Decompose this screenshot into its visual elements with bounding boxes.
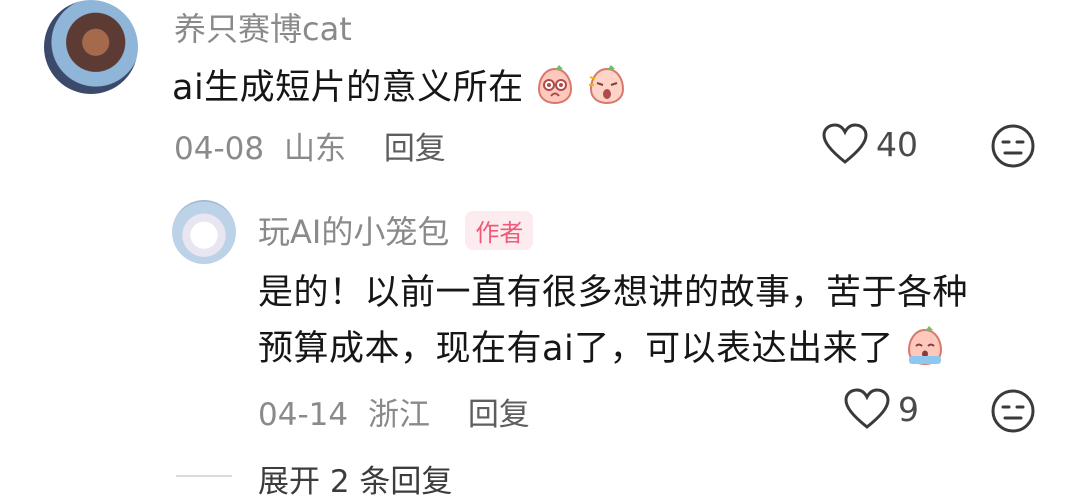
crying-peach-emoji [908,326,943,366]
like-button[interactable]: 40 [820,122,918,166]
reply-text-line2-wrap: 预算成本，现在有ai了，可以表达出来了 [258,321,1058,377]
surprised-peach-emoji [588,65,624,105]
comment-text-body: ai生成短片的意义所在 [172,68,524,108]
reply-button[interactable]: 回复 [384,131,446,167]
avatar[interactable] [44,0,138,94]
reply-text-line1: 是的！以前一直有很多想讲的故事，苦于各种 [258,273,969,313]
reply-location: 浙江 [367,397,430,433]
comment-meta: 04-08 山东 回复 [174,123,446,168]
comment-text: ai生成短片的意义所在 [172,60,627,116]
comment-location: 山东 [283,131,346,167]
reply-like-count: 9 [898,389,919,429]
reply-text-line2: 预算成本，现在有ai了，可以表达出来了 [258,329,894,369]
reply-meta: 04-14 浙江 回复 [258,389,530,434]
reply-text: 是的！以前一直有很多想讲的故事，苦于各种 预算成本，现在有ai了，可以表达出来了 [258,265,1058,377]
reply-reply-button[interactable]: 回复 [468,397,530,433]
heart-icon [844,388,890,429]
comment-date: 04-08 [174,131,265,167]
author-badge: 作者 [465,210,534,250]
reply-avatar[interactable] [172,200,236,264]
meh-face-icon[interactable] [990,123,1036,169]
heart-icon [822,123,868,164]
expand-divider [176,475,232,477]
expand-replies-button[interactable]: 展开 2 条回复 [258,456,452,501]
like-count: 40 [876,124,918,164]
reply-header: 玩AI的小笼包 作者 [258,207,534,253]
comment-username[interactable]: 养只赛博cat [174,4,352,50]
reply-like-button[interactable]: 9 [842,387,919,431]
reply-date: 04-14 [258,397,349,433]
blushing-peach-emoji [538,65,573,105]
meh-face-icon[interactable] [990,388,1036,434]
reply-username[interactable]: 玩AI的小笼包 [258,207,449,253]
